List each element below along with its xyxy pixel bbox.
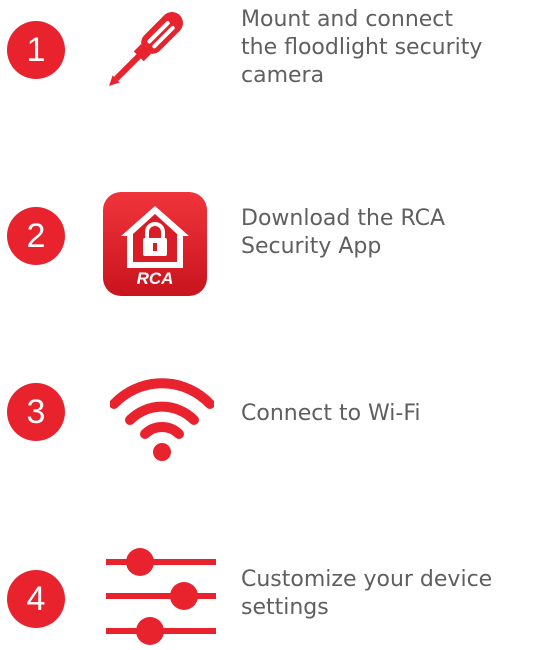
rca-security-app-icon: RCA	[103, 192, 207, 296]
step-4-text: Customize your device settings	[241, 567, 493, 620]
screwdriver-icon	[100, 6, 210, 108]
settings-sliders-icon	[106, 542, 216, 646]
wifi-icon	[109, 372, 215, 464]
step-1-text: Mount and connect the floodlight securit…	[241, 7, 483, 88]
step-3: 3 Connect to Wi-Fi	[0, 360, 541, 470]
step-4: 4 Customize your device settings	[0, 540, 541, 645]
step-2-text: Download the RCA Security App	[241, 206, 446, 259]
step-number-badge: 1	[7, 21, 65, 79]
step-number-badge: 4	[7, 570, 65, 628]
step-1: 1 Mount and connect the floodlight secur…	[0, 0, 541, 140]
step-2: 2 RCA Download the RCA Security App	[0, 180, 541, 296]
step-3-text: Connect to Wi-Fi	[241, 401, 421, 426]
step-number-badge: 3	[7, 383, 65, 441]
step-number-badge: 2	[7, 207, 65, 265]
app-icon-text: RCA	[136, 269, 174, 288]
